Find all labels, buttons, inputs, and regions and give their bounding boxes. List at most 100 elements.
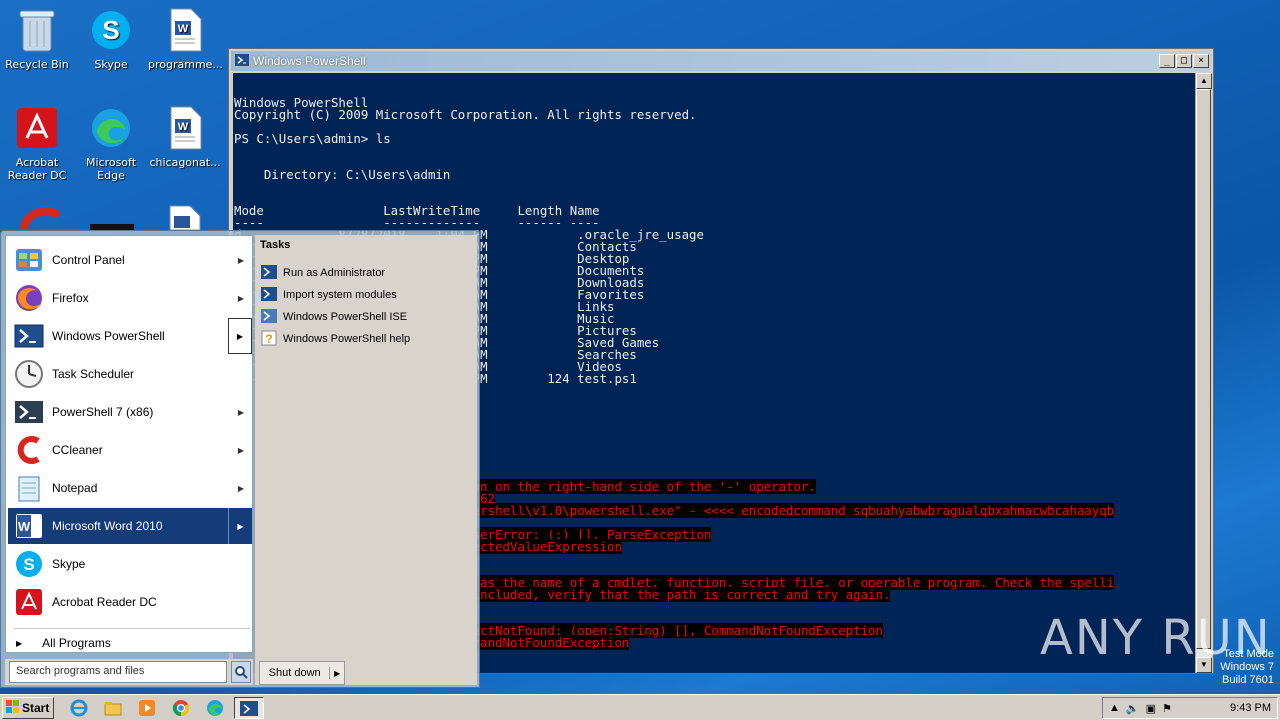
- task-import-modules[interactable]: Import system modules: [261, 285, 397, 305]
- start-menu: Control Panel ▶ Firefox ▶ Windows PowerS…: [0, 230, 480, 688]
- search-icon[interactable]: [231, 661, 251, 683]
- separator: [14, 628, 250, 629]
- ie-icon[interactable]: [68, 698, 90, 718]
- network-icon[interactable]: ▣: [1146, 702, 1156, 715]
- windows-logo-icon: [6, 699, 20, 717]
- start-item-task-scheduler[interactable]: Task Scheduler: [8, 356, 252, 392]
- start-item-skype[interactable]: S Skype: [8, 546, 252, 582]
- task-powershell-ise[interactable]: Windows PowerShell ISE: [261, 307, 407, 327]
- start-item-label: PowerShell 7 (x86): [52, 405, 154, 419]
- chevron-right-icon[interactable]: ▶: [228, 508, 252, 544]
- taskbar-powershell-button[interactable]: [234, 697, 264, 719]
- svg-text:S: S: [23, 555, 34, 574]
- svg-text:W: W: [18, 519, 31, 534]
- recycle-bin-icon: [13, 6, 61, 54]
- chevron-right-icon: ▶: [16, 638, 23, 648]
- vertical-scrollbar[interactable]: ▲ ▼: [1195, 73, 1212, 673]
- system-tray: ▲ 🔈 ▣ ⚑ 9:43 PM: [1102, 697, 1278, 719]
- task-run-as-admin[interactable]: Run as Administrator: [261, 263, 385, 283]
- powershell-titlebar[interactable]: Windows PowerShell _ □ ×: [231, 51, 1211, 71]
- desktop-icon-acrobat[interactable]: Acrobat Reader DC: [0, 104, 74, 182]
- start-item-label: Notepad: [52, 481, 98, 495]
- search-input[interactable]: Search programs and files: [9, 661, 227, 683]
- clock[interactable]: 9:43 PM: [1230, 702, 1271, 714]
- chrome-icon[interactable]: [170, 698, 192, 718]
- desktop-icon-label: Recycle Bin: [5, 58, 69, 71]
- flag-icon[interactable]: ⚑: [1162, 702, 1172, 715]
- close-button[interactable]: ×: [1193, 54, 1209, 68]
- start-item-windows-powershell[interactable]: Windows PowerShell ▶: [8, 318, 252, 354]
- start-label: Start: [22, 701, 50, 715]
- chevron-right-icon[interactable]: ▶: [228, 318, 252, 354]
- minimize-button[interactable]: _: [1159, 54, 1175, 68]
- word-doc-icon: W: [161, 6, 209, 54]
- explorer-icon[interactable]: [102, 698, 124, 718]
- scroll-up-arrow-icon[interactable]: ▲: [1196, 73, 1212, 89]
- test-mode-watermark: Test Mode Windows 7 Build 7601: [1220, 648, 1274, 687]
- desktop-icon-recycle-bin[interactable]: Recycle Bin: [0, 6, 74, 71]
- word-doc-icon[interactable]: [164, 204, 204, 231]
- task-label: Import system modules: [283, 289, 397, 301]
- taskbar: Start ▲ 🔈 ▣ ⚑ 9:43 PM: [0, 694, 1280, 720]
- scroll-thumb[interactable]: [1196, 89, 1211, 649]
- chevron-right-icon: ▶: [237, 407, 244, 417]
- start-item-label: Skype: [52, 557, 86, 571]
- powershell-icon: [261, 286, 277, 304]
- ccleaner-icon[interactable]: [14, 204, 62, 231]
- start-item-label: Task Scheduler: [52, 367, 135, 381]
- desktop-icon-skype[interactable]: S Skype: [74, 6, 148, 71]
- watermark-line: Windows 7: [1220, 661, 1274, 673]
- desktop-icon-chicagonat[interactable]: W chicagonat...: [148, 104, 222, 169]
- media-player-icon[interactable]: [136, 698, 158, 718]
- start-item-label: Control Panel: [52, 253, 125, 267]
- start-item-label: Microsoft Word 2010: [52, 519, 163, 533]
- tasks-heading: Tasks: [260, 239, 291, 251]
- maximize-button[interactable]: □: [1176, 54, 1192, 68]
- watermark-line: Build 7601: [1222, 674, 1274, 686]
- chevron-right-icon[interactable]: ▶: [330, 669, 344, 678]
- console-line: Directory: C:\Users\admin: [234, 167, 451, 182]
- edge-icon[interactable]: [204, 698, 226, 718]
- start-item-word-2010[interactable]: W Microsoft Word 2010 ▶: [8, 508, 252, 544]
- svg-text:?: ?: [265, 332, 272, 346]
- watermark-line: Test Mode: [1223, 648, 1274, 660]
- edge-icon: [87, 104, 135, 152]
- desktop-icon-edge[interactable]: Microsoft Edge: [74, 104, 148, 182]
- shutdown-button[interactable]: Shut down ▶: [259, 661, 345, 685]
- start-button[interactable]: Start: [2, 697, 54, 719]
- acrobat-icon: [13, 104, 61, 152]
- start-item-control-panel[interactable]: Control Panel ▶: [8, 242, 252, 278]
- volume-icon[interactable]: 🔈: [1126, 702, 1140, 715]
- ccleaner-icon: [12, 433, 46, 467]
- powershell-icon: [261, 264, 277, 282]
- acrobat-icon: [12, 585, 46, 619]
- firefox-icon: [12, 281, 46, 315]
- desktop-icon-label: chicagonat...: [149, 156, 221, 169]
- desktop-icon-label: Microsoft Edge: [85, 156, 137, 182]
- search-row: Search programs and files: [5, 659, 253, 685]
- jump-list-panel: Tasks Run as Administrator Import system…: [255, 235, 477, 685]
- powershell-icon: [12, 319, 46, 353]
- start-item-label: Acrobat Reader DC: [52, 595, 157, 609]
- notepad-icon: [12, 471, 46, 505]
- task-powershell-help[interactable]: ? Windows PowerShell help: [261, 329, 410, 349]
- all-programs-button[interactable]: ▶ All Programs: [16, 636, 111, 650]
- word-icon: W: [12, 509, 46, 543]
- all-programs-label: All Programs: [42, 636, 111, 650]
- help-icon: ?: [261, 330, 277, 349]
- desktop-icon-programme[interactable]: W programme...: [148, 6, 223, 71]
- start-item-notepad[interactable]: Notepad ▶: [8, 470, 252, 506]
- start-item-ccleaner[interactable]: CCleaner ▶: [8, 432, 252, 468]
- powershell7-icon: [12, 395, 46, 429]
- powershell-icon: [240, 701, 258, 719]
- powershell-ise-icon: [261, 308, 277, 326]
- start-item-powershell7[interactable]: PowerShell 7 (x86) ▶: [8, 394, 252, 430]
- svg-text:S: S: [102, 15, 119, 45]
- task-scheduler-icon: [12, 357, 46, 391]
- chevron-right-icon: ▶: [237, 293, 244, 303]
- start-item-acrobat[interactable]: Acrobat Reader DC: [8, 584, 252, 620]
- start-item-firefox[interactable]: Firefox ▶: [8, 280, 252, 316]
- tray-expand-icon[interactable]: ▲: [1109, 702, 1120, 714]
